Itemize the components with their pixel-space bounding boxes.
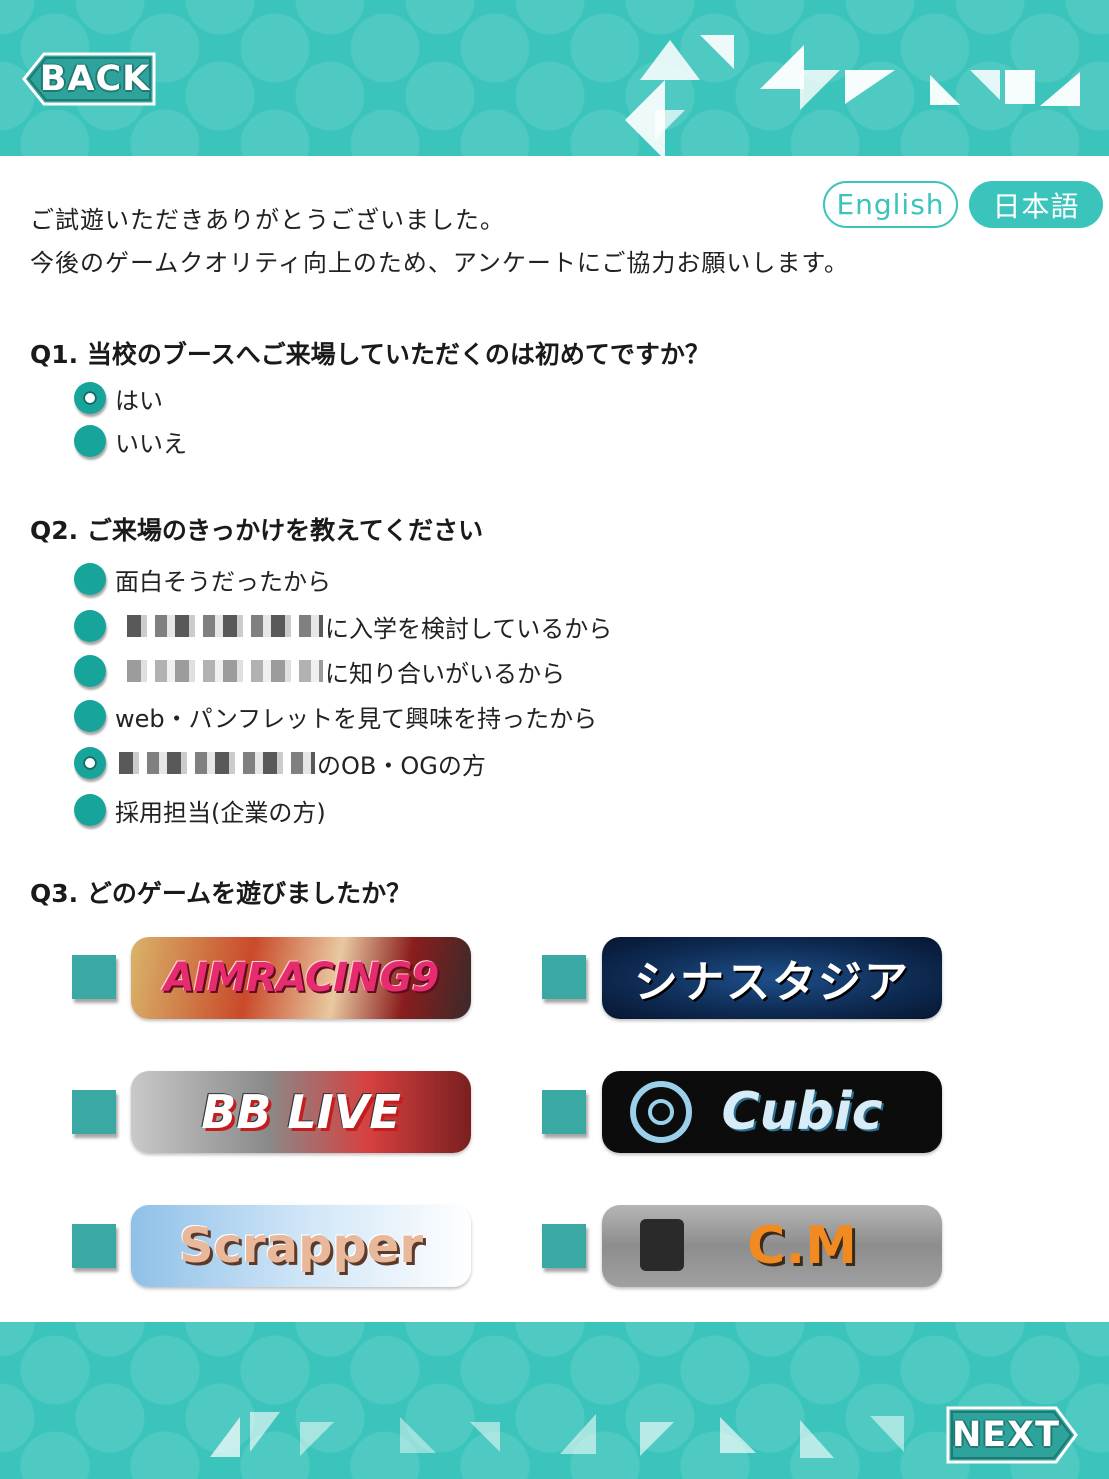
option-label: のOB・OGの方 [317,751,486,780]
checkbox-cm[interactable] [542,1224,586,1268]
game-logo-text: AIMRACING9 [163,955,440,1001]
q1-option-yes[interactable]: はい [74,380,163,416]
q1-option-no[interactable]: いいえ [74,423,187,459]
q2-option-5[interactable]: のOB・OGの方 [74,745,486,781]
option-label: いいえ [115,429,187,458]
intro-line-1: ご試遊いただきありがとうございました。 [30,206,505,234]
option-label: に知り合いがいるから [325,659,565,688]
radio-button[interactable] [74,794,106,826]
header-band [0,0,1109,156]
checkbox-cubic[interactable] [542,1090,586,1134]
question-3-title: Q3. どのゲームを遊びましたか？ [30,879,412,908]
game-banner-bblive[interactable]: BB LIVE [131,1071,471,1153]
game-banner-cm[interactable]: C.M [602,1205,942,1287]
game-banner-cubic[interactable]: Cubic [602,1071,942,1153]
q2-option-1[interactable]: 面白そうだったから [74,561,331,597]
checkbox-aimracing9[interactable] [72,955,116,999]
game-banner-synesthesia[interactable]: シナスタジア [602,937,942,1019]
radio-button[interactable] [74,563,106,595]
game-logo-text: Cubic [721,1082,883,1142]
q2-option-3[interactable]: に知り合いがいるから [74,653,565,689]
redacted-text [127,615,323,637]
question-2-title: Q2. ご来場のきっかけを教えてください [30,516,484,545]
language-english-button[interactable]: English [823,181,958,228]
radio-button[interactable] [74,425,106,457]
next-button[interactable]: NEXT [946,1406,1078,1464]
redacted-text [119,752,315,774]
television-icon [640,1219,684,1271]
redacted-text [127,660,323,682]
checkbox-scrapper[interactable] [72,1224,116,1268]
radio-button[interactable] [74,700,106,732]
checkbox-bblive[interactable] [72,1090,116,1134]
game-logo-text: Scrapper [178,1218,424,1274]
option-label: に入学を検討しているから [325,614,613,643]
option-label: 面白そうだったから [115,567,331,596]
cubic-ring-icon [630,1081,692,1143]
language-japanese-button[interactable]: 日本語 [969,181,1103,228]
q2-option-4[interactable]: web・パンフレットを見て興味を持ったから [74,698,597,734]
option-label: web・パンフレットを見て興味を持ったから [115,704,598,733]
checkbox-synesthesia[interactable] [542,955,586,999]
radio-button-selected[interactable] [74,747,106,779]
game-logo-text: シナスタジア [634,957,910,1008]
q2-option-2[interactable]: に入学を検討しているから [74,608,612,644]
game-logo-text: C.M [747,1216,857,1276]
back-button[interactable]: BACK [22,52,156,106]
radio-button[interactable] [74,655,106,687]
game-banner-aimracing9[interactable]: AIMRACING9 [131,937,471,1019]
game-banner-scrapper[interactable]: Scrapper [131,1205,471,1287]
radio-button-selected[interactable] [74,382,106,414]
intro-line-2: 今後のゲームクオリティ向上のため、アンケートにご協力お願いします。 [30,249,849,277]
option-label: 採用担当(企業の方) [115,798,326,827]
game-logo-text: BB LIVE [201,1085,401,1139]
question-1-title: Q1. 当校のブースへご来場していただくのは初めてですか？ [30,340,710,369]
next-label: NEXT [951,1415,1061,1455]
option-label: はい [115,386,163,415]
footer-band [0,1322,1109,1479]
q2-option-6[interactable]: 採用担当(企業の方) [74,792,326,828]
back-label: BACK [39,59,151,99]
radio-button[interactable] [74,610,106,642]
